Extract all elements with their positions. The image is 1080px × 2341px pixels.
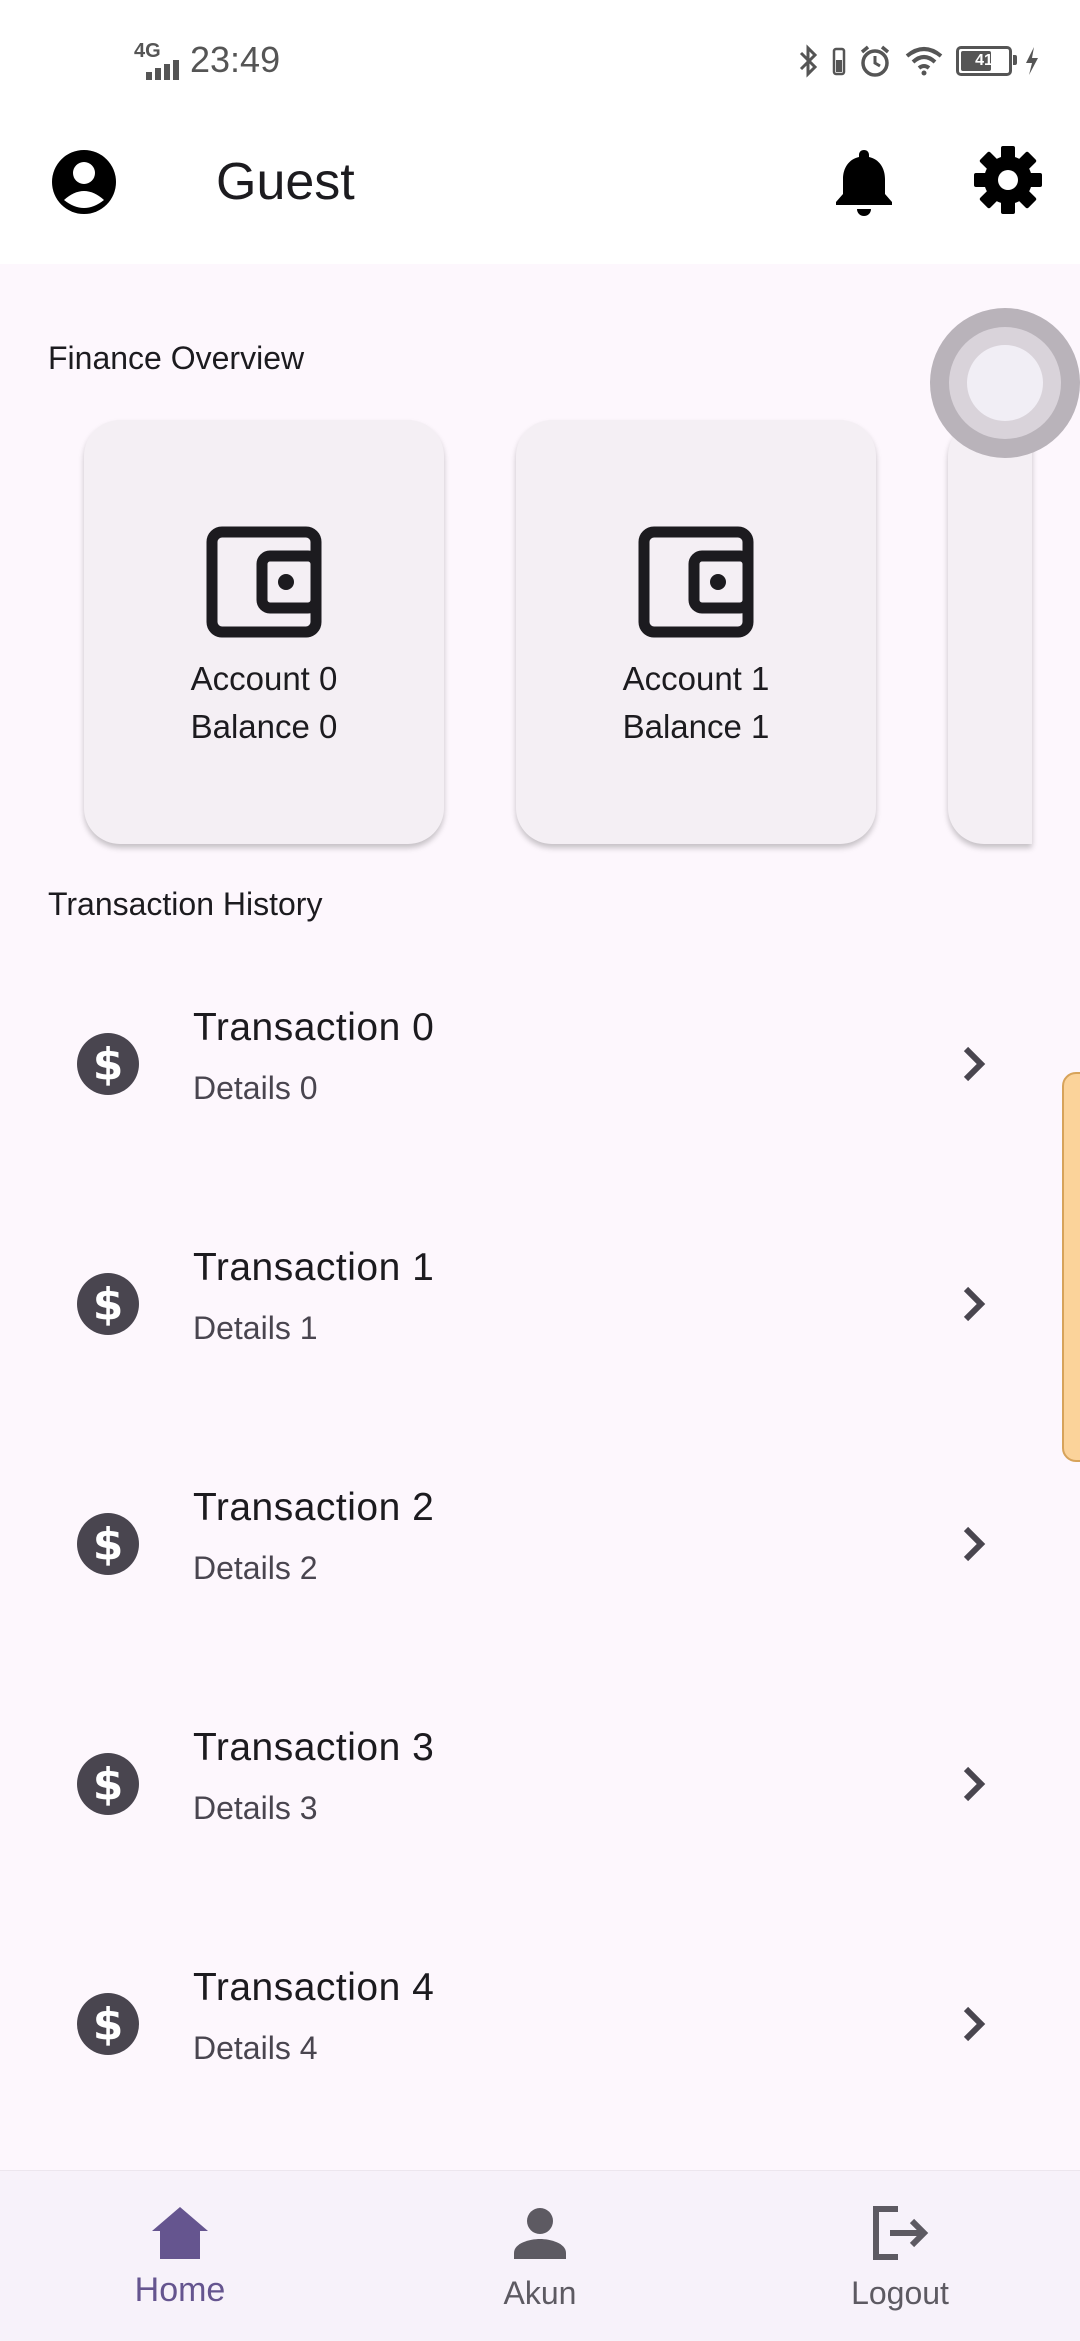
- battery-level: 41: [975, 52, 993, 69]
- nav-label-logout: Logout: [851, 2275, 949, 2311]
- transaction-row[interactable]: $ Transaction 1 Details 1: [0, 1194, 1080, 1434]
- account-circle-icon[interactable]: [50, 148, 118, 216]
- nav-item-akun[interactable]: Akun: [360, 2171, 720, 2341]
- wallet-icon: [638, 526, 754, 638]
- chevron-right-icon: [963, 2006, 986, 2042]
- edge-panel-handle[interactable]: [1062, 1072, 1080, 1462]
- home-icon: [152, 2207, 208, 2259]
- account-name: Account 0: [190, 660, 338, 697]
- svg-text:$: $: [93, 1999, 124, 2050]
- bluetooth-icon: [799, 44, 818, 78]
- page-title: Guest: [216, 153, 355, 211]
- status-time: 23:49: [190, 39, 281, 80]
- dollar-icon: $: [77, 1993, 139, 2055]
- transaction-name: Transaction 3: [193, 1726, 435, 1769]
- status-right: 41: [798, 36, 1040, 86]
- transaction-history-title: Transaction History: [48, 886, 323, 922]
- floating-assistive-touch-button[interactable]: [930, 308, 1080, 458]
- transaction-name: Transaction 2: [193, 1486, 435, 1529]
- account-balance: Balance 0: [190, 708, 338, 745]
- svg-text:$: $: [93, 1039, 124, 1090]
- app-bar: Guest: [0, 120, 1080, 264]
- network-indicator: 4G: [134, 40, 180, 80]
- transaction-row[interactable]: $ Transaction 2 Details 2: [0, 1434, 1080, 1674]
- dollar-icon: $: [77, 1273, 139, 1335]
- logout-icon: [873, 2206, 929, 2260]
- transaction-row[interactable]: $ Transaction 0 Details 0: [0, 954, 1080, 1194]
- account-card[interactable]: Account 1 Balance 1: [516, 420, 876, 844]
- signal-icon: [146, 60, 179, 80]
- dollar-icon: $: [77, 1513, 139, 1575]
- battery-icon: 41: [956, 46, 1017, 76]
- wifi-icon: [905, 47, 943, 76]
- transaction-row[interactable]: $ Transaction 3 Details 3: [0, 1674, 1080, 1914]
- transaction-name: Transaction 4: [193, 1966, 435, 2009]
- chevron-right-icon: [963, 1286, 986, 1322]
- transaction-name: Transaction 1: [193, 1246, 435, 1289]
- dollar-icon: $: [77, 1033, 139, 1095]
- settings-gear-icon[interactable]: [972, 144, 1044, 216]
- svg-text:$: $: [93, 1279, 124, 1330]
- transaction-details: Details 1: [193, 1310, 318, 1346]
- nav-label-home: Home: [134, 2271, 226, 2309]
- person-icon: [514, 2208, 566, 2259]
- notification-bell-icon[interactable]: [830, 146, 898, 218]
- chevron-right-icon: [963, 1046, 986, 1082]
- transaction-name: Transaction 0: [193, 1006, 435, 1049]
- svg-text:$: $: [93, 1519, 124, 1570]
- chevron-right-icon: [963, 1766, 986, 1802]
- transaction-details: Details 2: [193, 1550, 318, 1586]
- transaction-details: Details 3: [193, 1790, 318, 1826]
- bottom-navigation: Home Akun Logout: [0, 2170, 1080, 2341]
- account-card[interactable]: Account 0 Balance 0: [84, 420, 444, 844]
- transaction-row[interactable]: $ Transaction 4 Details 4: [0, 1914, 1080, 2154]
- nav-label-akun: Akun: [503, 2275, 577, 2311]
- account-card-partial[interactable]: [948, 420, 1032, 844]
- transaction-details: Details 4: [193, 2030, 318, 2066]
- wallet-icon: [206, 526, 322, 638]
- finance-overview-title: Finance Overview: [48, 340, 305, 376]
- alarm-icon: [860, 45, 890, 77]
- vibrate-battery-icon: [832, 47, 846, 76]
- charging-icon: [1026, 47, 1038, 75]
- svg-text:$: $: [93, 1759, 124, 1810]
- status-left: 4G 23:49: [134, 34, 280, 86]
- chevron-right-icon: [963, 1526, 986, 1562]
- dollar-icon: $: [77, 1753, 139, 1815]
- nav-item-home[interactable]: Home: [0, 2171, 360, 2341]
- account-name: Account 1: [622, 660, 770, 697]
- nav-item-logout[interactable]: Logout: [720, 2171, 1080, 2341]
- transaction-details: Details 0: [193, 1070, 318, 1106]
- status-bar: 4G 23:49 41: [0, 0, 1080, 120]
- account-balance: Balance 1: [622, 708, 770, 745]
